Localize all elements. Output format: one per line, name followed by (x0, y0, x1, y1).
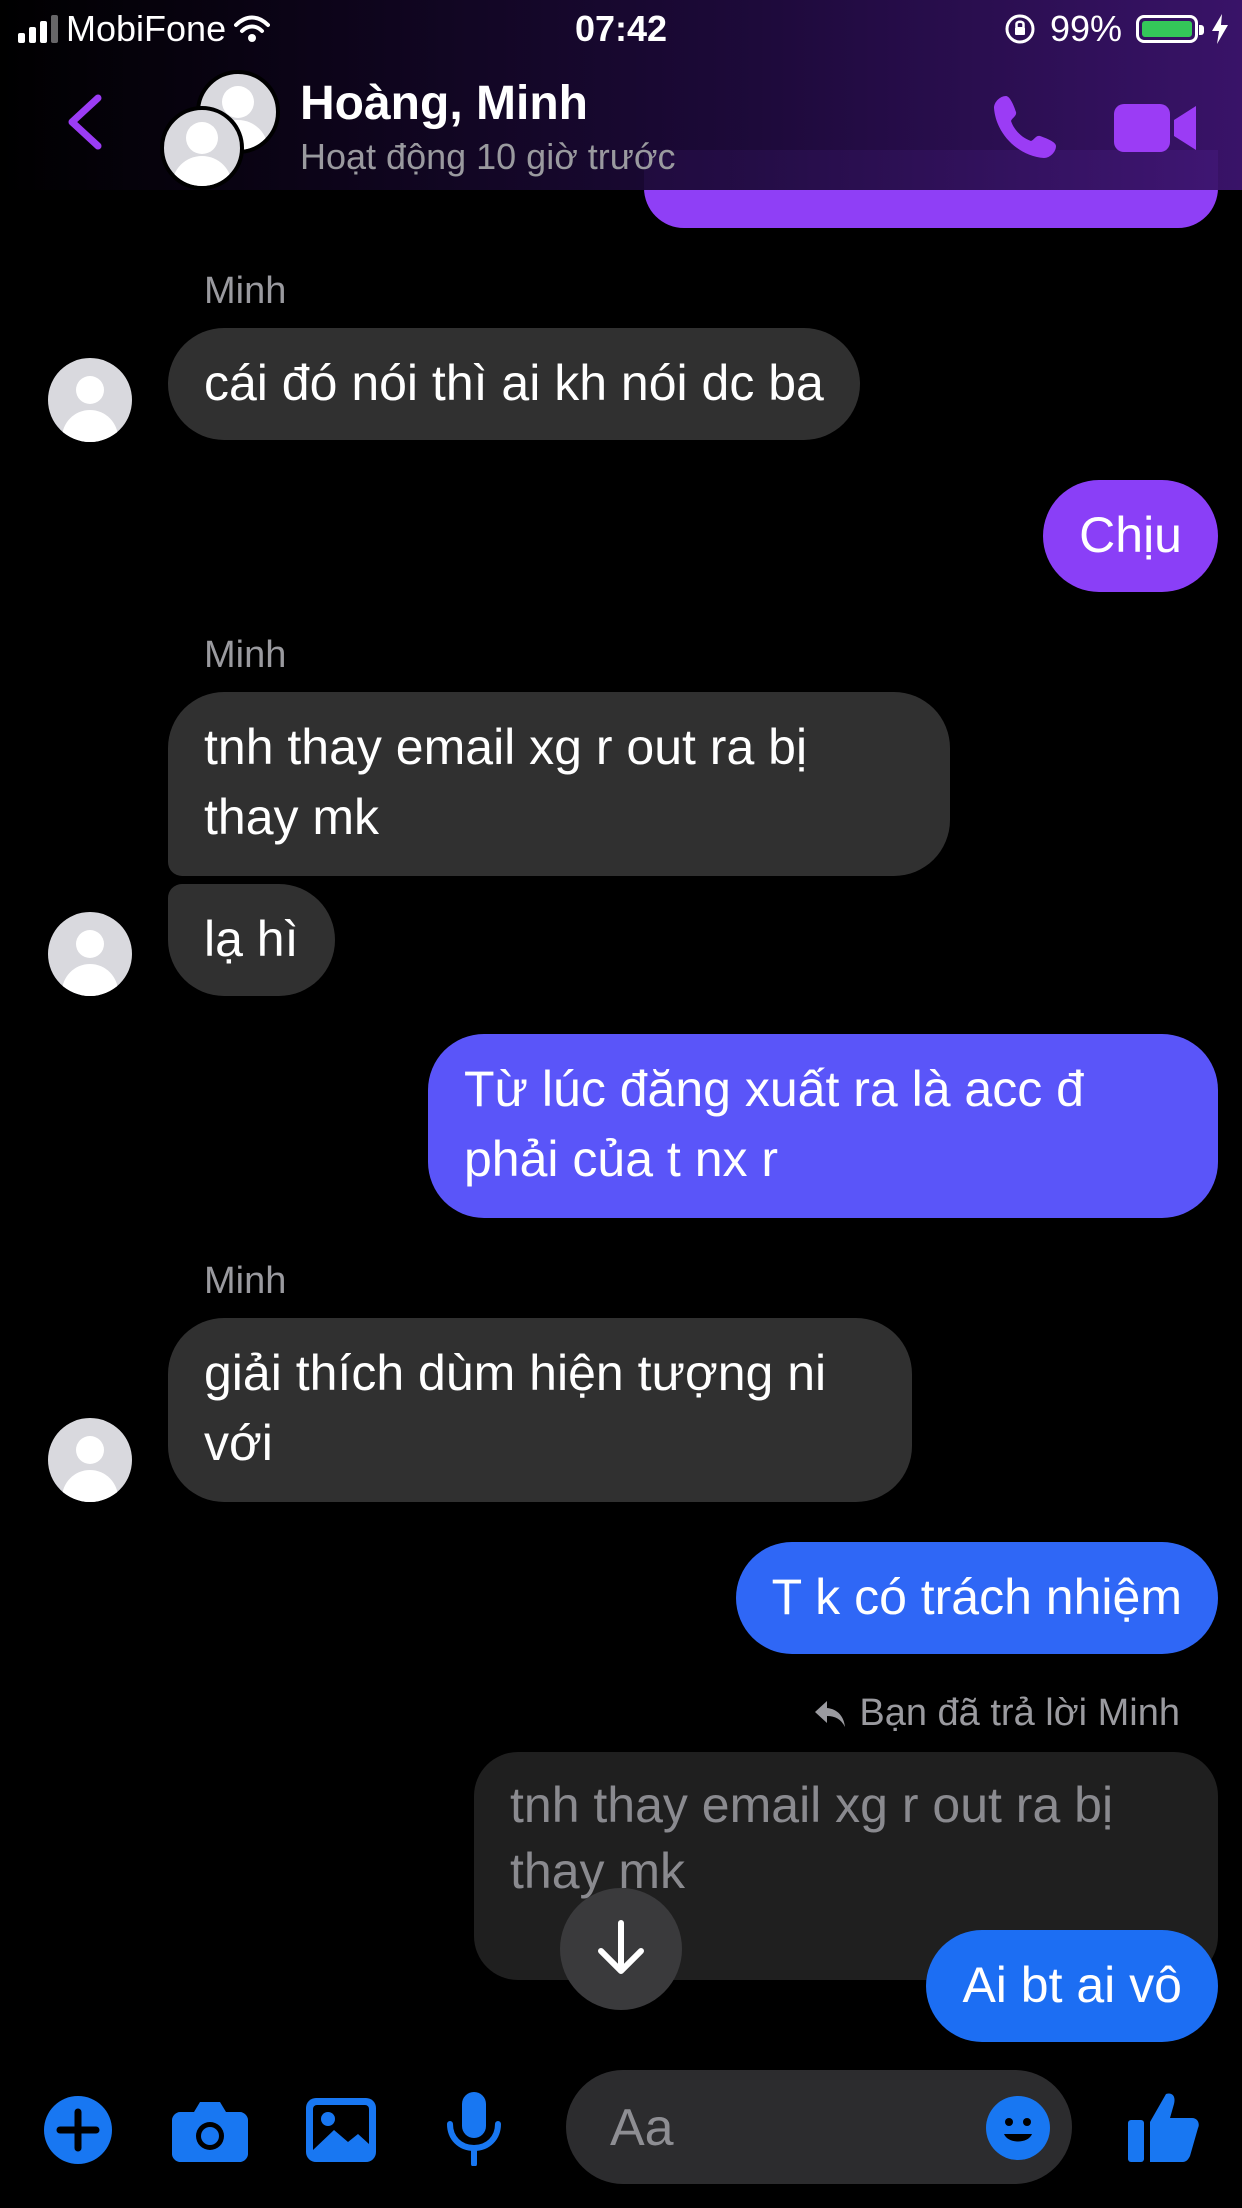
camera-button[interactable] (172, 2100, 248, 2167)
emoji-icon[interactable] (986, 2096, 1050, 2160)
avatar (160, 106, 244, 190)
sender-avatar[interactable] (48, 1418, 132, 1502)
incoming-message[interactable]: lạ hì (168, 884, 335, 996)
outgoing-message[interactable]: Ai bt ai vô (926, 1930, 1218, 2042)
reply-label: Bạn đã trả lời Minh (813, 1692, 1180, 1735)
chat-area[interactable]: Minh cái đó nói thì ai kh nói dc ba Chịu… (0, 0, 1242, 2060)
battery-icon (1136, 15, 1204, 43)
image-icon (306, 2098, 376, 2162)
incoming-message[interactable]: tnh thay email xg r out ra bị thay mk (168, 692, 950, 876)
outgoing-message[interactable]: T k có trách nhiệm (735, 1542, 1218, 1654)
voice-button[interactable] (446, 2092, 502, 2171)
scroll-to-bottom-button[interactable] (560, 1888, 682, 2010)
outgoing-message[interactable]: Từ lúc đăng xuất ra là acc đ phải của t … (428, 1034, 1218, 1218)
phone-icon[interactable] (990, 92, 1060, 162)
sender-label: Minh (204, 1260, 287, 1302)
sender-label: Minh (204, 270, 287, 312)
plus-button[interactable] (44, 2096, 112, 2169)
incoming-message[interactable]: cái đó nói thì ai kh nói dc ba (168, 328, 860, 440)
emoji-face (1004, 2118, 1032, 2142)
plus-icon (44, 2096, 112, 2164)
sender-avatar[interactable] (48, 358, 132, 442)
sender-avatar[interactable] (48, 912, 132, 996)
message-input-placeholder: Aa (610, 2099, 674, 2157)
orientation-lock-icon (1005, 14, 1035, 44)
gallery-button[interactable] (306, 2098, 376, 2167)
reply-arrow-icon (815, 1700, 846, 1727)
camera-icon (172, 2102, 248, 2162)
incoming-message[interactable]: giải thích dùm hiện tượng ni với (168, 1318, 912, 1502)
active-status: Hoạt động 10 giờ trước (300, 136, 676, 177)
like-button[interactable] (1128, 2090, 1200, 2169)
charging-icon (1212, 14, 1228, 44)
video-camera-icon[interactable] (1114, 100, 1198, 156)
status-bar: MobiFone 07:42 99% (0, 0, 1242, 62)
avatar-group[interactable] (160, 70, 280, 190)
battery-percent: 99% (1049, 8, 1122, 49)
thumbs-up-icon (1128, 2093, 1199, 2162)
sender-label: Minh (204, 634, 287, 676)
conversation-title[interactable]: Hoàng, Minh (300, 76, 588, 131)
status-right: 99% (1004, 8, 1228, 50)
microphone-icon (447, 2092, 501, 2167)
outgoing-message[interactable]: Chịu (1043, 480, 1218, 592)
arrow-down-icon (598, 1920, 644, 1974)
reply-label-text: Bạn đã trả lời Minh (859, 1692, 1180, 1734)
back-chevron-icon[interactable] (62, 92, 108, 152)
